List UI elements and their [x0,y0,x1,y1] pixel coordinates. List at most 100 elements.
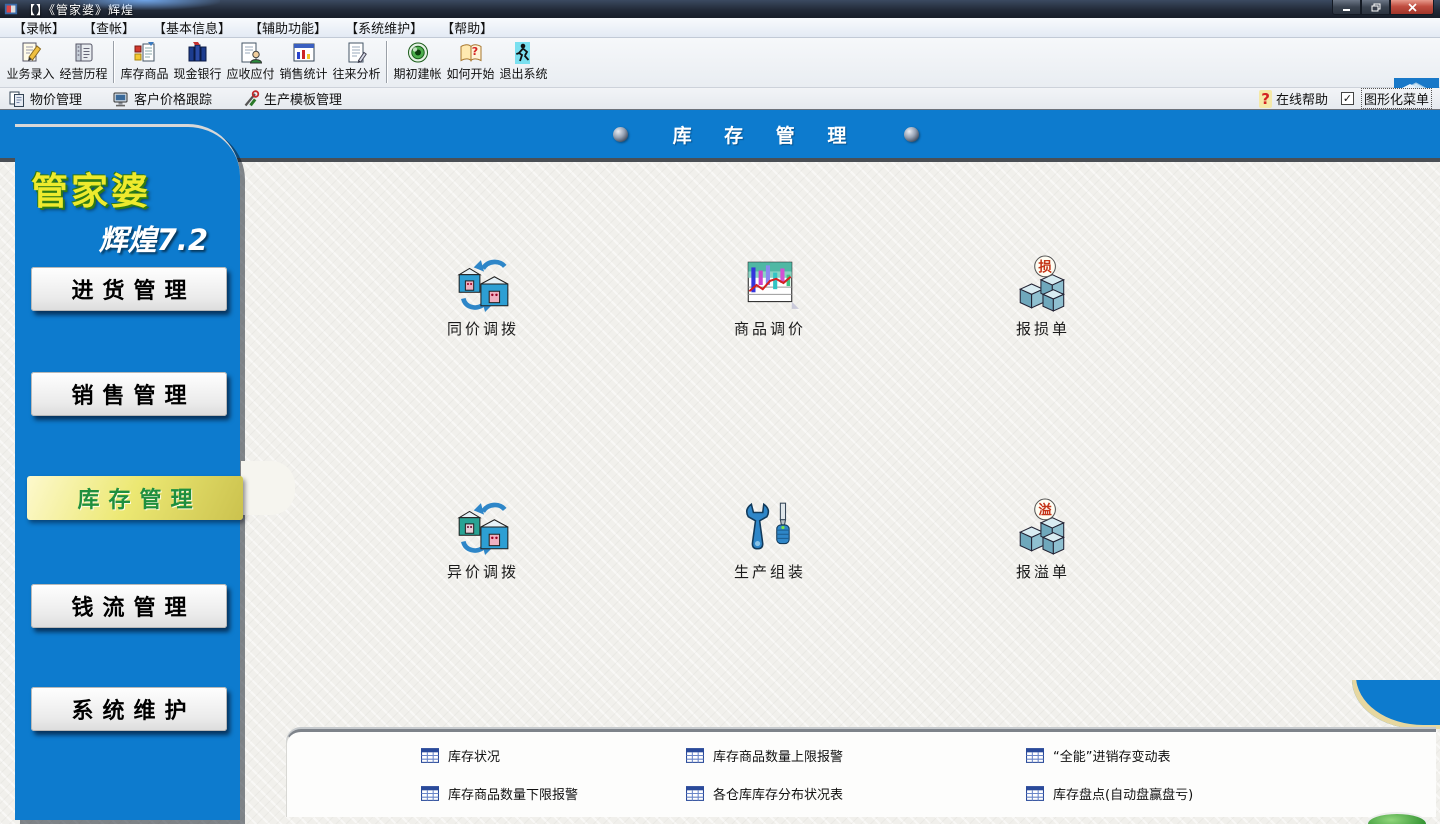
close-button[interactable] [1390,0,1434,15]
subtoolbar-label: 物价管理 [30,89,82,108]
feature-goods-price-adjust[interactable]: 商品调价 [705,255,835,339]
feature-production-assembly[interactable]: 生产组装 [705,498,835,582]
selected-tab-flare [241,461,295,515]
menu-record[interactable]: 【录帐】 [4,18,74,37]
toolbar-label: 销售统计 [277,65,330,82]
toolbar-label: 如何开始 [444,65,497,82]
subtoolbar-price-management[interactable]: 物价管理 [8,89,82,108]
svg-text:?: ? [471,45,477,58]
main-toolbar: 业务录入 经营历程 库存商品 [0,38,1440,88]
sidebar-item-system-maintain[interactable]: 系统维护 [31,687,227,731]
customer-price-tracking-icon [112,90,130,108]
menu-auxiliary[interactable]: 【辅助功能】 [240,18,336,37]
sidebar: 管家婆 辉煌7.2 进货管理 销售管理 库存管理 钱流管理 系统维护 [15,124,240,820]
brand-name: 管家婆 [31,161,230,215]
section-title: 库 存 管 理 [673,121,860,148]
restore-icon [1371,3,1381,12]
diff-price-transfer-icon [454,498,512,556]
toolbar-contact-analysis[interactable]: 往来分析 [330,40,383,82]
sub-toolbar: 物价管理 客户价格跟踪 生产模板管理 ? 在线帮助 ✓ [0,88,1440,110]
feature-label: 同价调拨 [418,318,548,339]
toolbar-label: 期初建帐 [391,65,444,82]
business-entry-icon [18,40,44,66]
production-template-icon [242,90,260,108]
sidebar-item-inventory[interactable]: 库存管理 [27,476,243,520]
report-stocktaking[interactable]: 库存盘点(自动盘赢盘亏) [1026,784,1193,803]
cash-bank-icon [185,40,211,66]
report-stock-status[interactable]: 库存状况 [421,746,500,765]
toolbar-business-history[interactable]: 经营历程 [57,40,110,82]
table-report-icon [686,748,704,763]
toolbar-stock-goods[interactable]: 库存商品 [118,40,171,82]
menu-basic-info[interactable]: 【基本信息】 [144,18,240,37]
close-icon [1408,3,1417,12]
sidebar-item-cashflow[interactable]: 钱流管理 [31,584,227,628]
table-report-icon [421,748,439,763]
report-omnipotent-change-table[interactable]: “全能”进销存变动表 [1026,746,1170,765]
toolbar-label: 库存商品 [118,65,171,82]
feature-diff-price-transfer[interactable]: 异价调拨 [418,498,548,582]
report-label: “全能”进销存变动表 [1053,746,1170,765]
goods-price-adjust-icon [741,255,799,313]
table-report-icon [421,786,439,801]
main-region: 库 存 管 理 管家婆 辉煌7.2 进货管理 销售管理 库存管理 钱流管理 系统… [0,110,1440,824]
toolbar-initial-account[interactable]: 期初建帐 [391,40,444,82]
titlebar-glow [70,0,220,10]
app-icon [4,2,18,16]
online-help-link[interactable]: ? 在线帮助 [1259,89,1328,108]
initial-account-icon [405,40,431,66]
feature-loss-report[interactable]: 损 报损单 [978,255,1108,339]
table-report-icon [1026,786,1044,801]
feature-label: 商品调价 [705,318,835,339]
sales-stats-icon [291,40,317,66]
menu-help[interactable]: 【帮助】 [432,18,502,37]
subtoolbar-label: 客户价格跟踪 [134,89,212,108]
toolbar-label: 经营历程 [57,65,110,82]
graphical-menu-checkbox[interactable]: ✓ [1341,92,1354,105]
business-history-icon [71,40,97,66]
exit-system-icon [511,40,537,66]
toolbar-label: 退出系统 [497,65,550,82]
toolbar-label: 现金银行 [171,65,224,82]
restore-button[interactable] [1361,0,1390,15]
help-question-icon: ? [1259,90,1272,108]
subtoolbar-production-template[interactable]: 生产模板管理 [242,89,342,108]
table-report-icon [1026,748,1044,763]
menu-system-maintain[interactable]: 【系统维护】 [336,18,432,37]
sidebar-item-purchase[interactable]: 进货管理 [31,267,227,311]
toolbar-separator [113,41,115,83]
reports-panel: 库存状况 库存商品数量上限报警 “全能”进销存变动表 [286,729,1436,817]
section-header-inner: 库 存 管 理 [613,121,920,148]
toolbar-business-entry[interactable]: 业务录入 [4,40,57,82]
brand-logo: 管家婆 辉煌7.2 [15,127,240,259]
production-assembly-icon [741,498,799,556]
subtoolbar-right: ? 在线帮助 ✓ 图形化菜单 [1259,88,1432,109]
corner-wedge-deco [1352,680,1440,729]
report-label: 库存状况 [448,746,500,765]
feature-overflow-report[interactable]: 溢 报溢单 [978,498,1108,582]
graphical-menu-label[interactable]: 图形化菜单 [1361,88,1432,109]
toolbar-separator [386,41,388,83]
online-help-label: 在线帮助 [1276,89,1328,108]
feature-same-price-transfer[interactable]: 同价调拨 [418,255,548,339]
sidebar-item-sales[interactable]: 销售管理 [31,372,227,416]
toolbar-exit-system[interactable]: 退出系统 [497,40,550,82]
report-label: 库存商品数量下限报警 [448,784,578,803]
toolbar-label: 应收应付 [224,65,277,82]
sphere-deco-icon [904,127,919,142]
contact-analysis-icon [344,40,370,66]
minimize-icon [1342,3,1351,12]
report-warehouse-distribution[interactable]: 各仓库库存分布状况表 [686,784,843,803]
toolbar-sales-stats[interactable]: 销售统计 [277,40,330,82]
report-lower-limit-alarm[interactable]: 库存商品数量下限报警 [421,784,578,803]
minimize-button[interactable] [1332,0,1361,15]
overflow-badge-char: 溢 [1038,502,1052,519]
toolbar-cash-bank[interactable]: 现金银行 [171,40,224,82]
overflow-report-icon: 溢 [1014,498,1072,556]
menu-query[interactable]: 【查帐】 [74,18,144,37]
subtoolbar-customer-price-tracking[interactable]: 客户价格跟踪 [112,89,212,108]
toolbar-how-to-start[interactable]: ? 如何开始 [444,40,497,82]
report-upper-limit-alarm[interactable]: 库存商品数量上限报警 [686,746,843,765]
toolbar-receivable-payable[interactable]: 应收应付 [224,40,277,82]
menu-bar: 【录帐】 【查帐】 【基本信息】 【辅助功能】 【系统维护】 【帮助】 [0,18,1440,38]
